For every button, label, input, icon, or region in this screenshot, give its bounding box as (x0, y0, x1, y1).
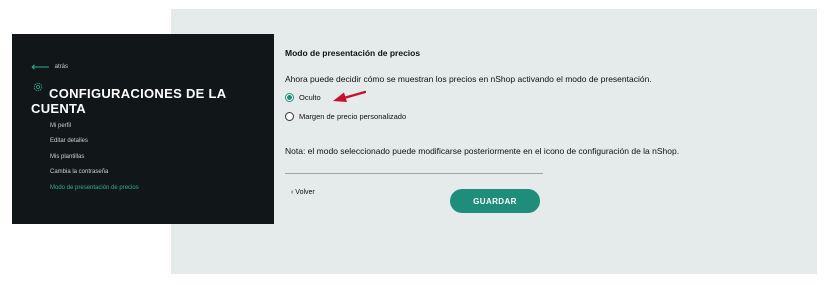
volver-label: Volver (295, 189, 315, 196)
settings-nav: Mi perfil Editar detalles Mis plantillas… (50, 122, 139, 199)
sidebar-item-modo-presentacion[interactable]: Modo de presentación de precios (50, 184, 139, 199)
radio-selected-dot (287, 95, 292, 100)
back-link[interactable]: ⟵ atrás (31, 59, 68, 74)
radio-margen-personalizado[interactable] (285, 112, 294, 121)
description-text: Ahora puede decidir cómo se muestran los… (285, 74, 652, 84)
note-text: Nota: el modo seleccionado puede modific… (285, 146, 680, 156)
account-settings-sidebar: ⟵ atrás CONFIGURACIONES DE LA CUENTA Mi … (12, 34, 274, 224)
option-margen-label: Margen de precio personalizado (299, 112, 407, 121)
back-label: atrás (54, 64, 68, 70)
back-arrow-icon: ⟵ (31, 59, 50, 74)
option-oculto-label: Oculto (299, 93, 321, 102)
sidebar-item-cambia-contrasena[interactable]: Cambia la contraseña (50, 168, 139, 183)
save-button[interactable]: GUARDAR (450, 189, 540, 213)
red-arrow-annotation-icon (333, 90, 366, 102)
sidebar-title: CONFIGURACIONES DE LA CUENTA (31, 86, 226, 116)
sidebar-item-editar-detalles[interactable]: Editar detalles (50, 137, 139, 152)
radio-oculto[interactable] (285, 93, 294, 102)
sidebar-item-mi-perfil[interactable]: Mi perfil (50, 122, 139, 137)
option-oculto[interactable]: Oculto (285, 93, 321, 102)
divider (285, 173, 543, 174)
option-margen-personalizado[interactable]: Margen de precio personalizado (285, 112, 406, 121)
sidebar-item-mis-plantillas[interactable]: Mis plantillas (50, 153, 139, 168)
section-title: Modo de presentación de precios (285, 48, 421, 58)
chevron-left-icon: ‹ (291, 189, 294, 196)
volver-button[interactable]: ‹ Volver (291, 189, 315, 196)
